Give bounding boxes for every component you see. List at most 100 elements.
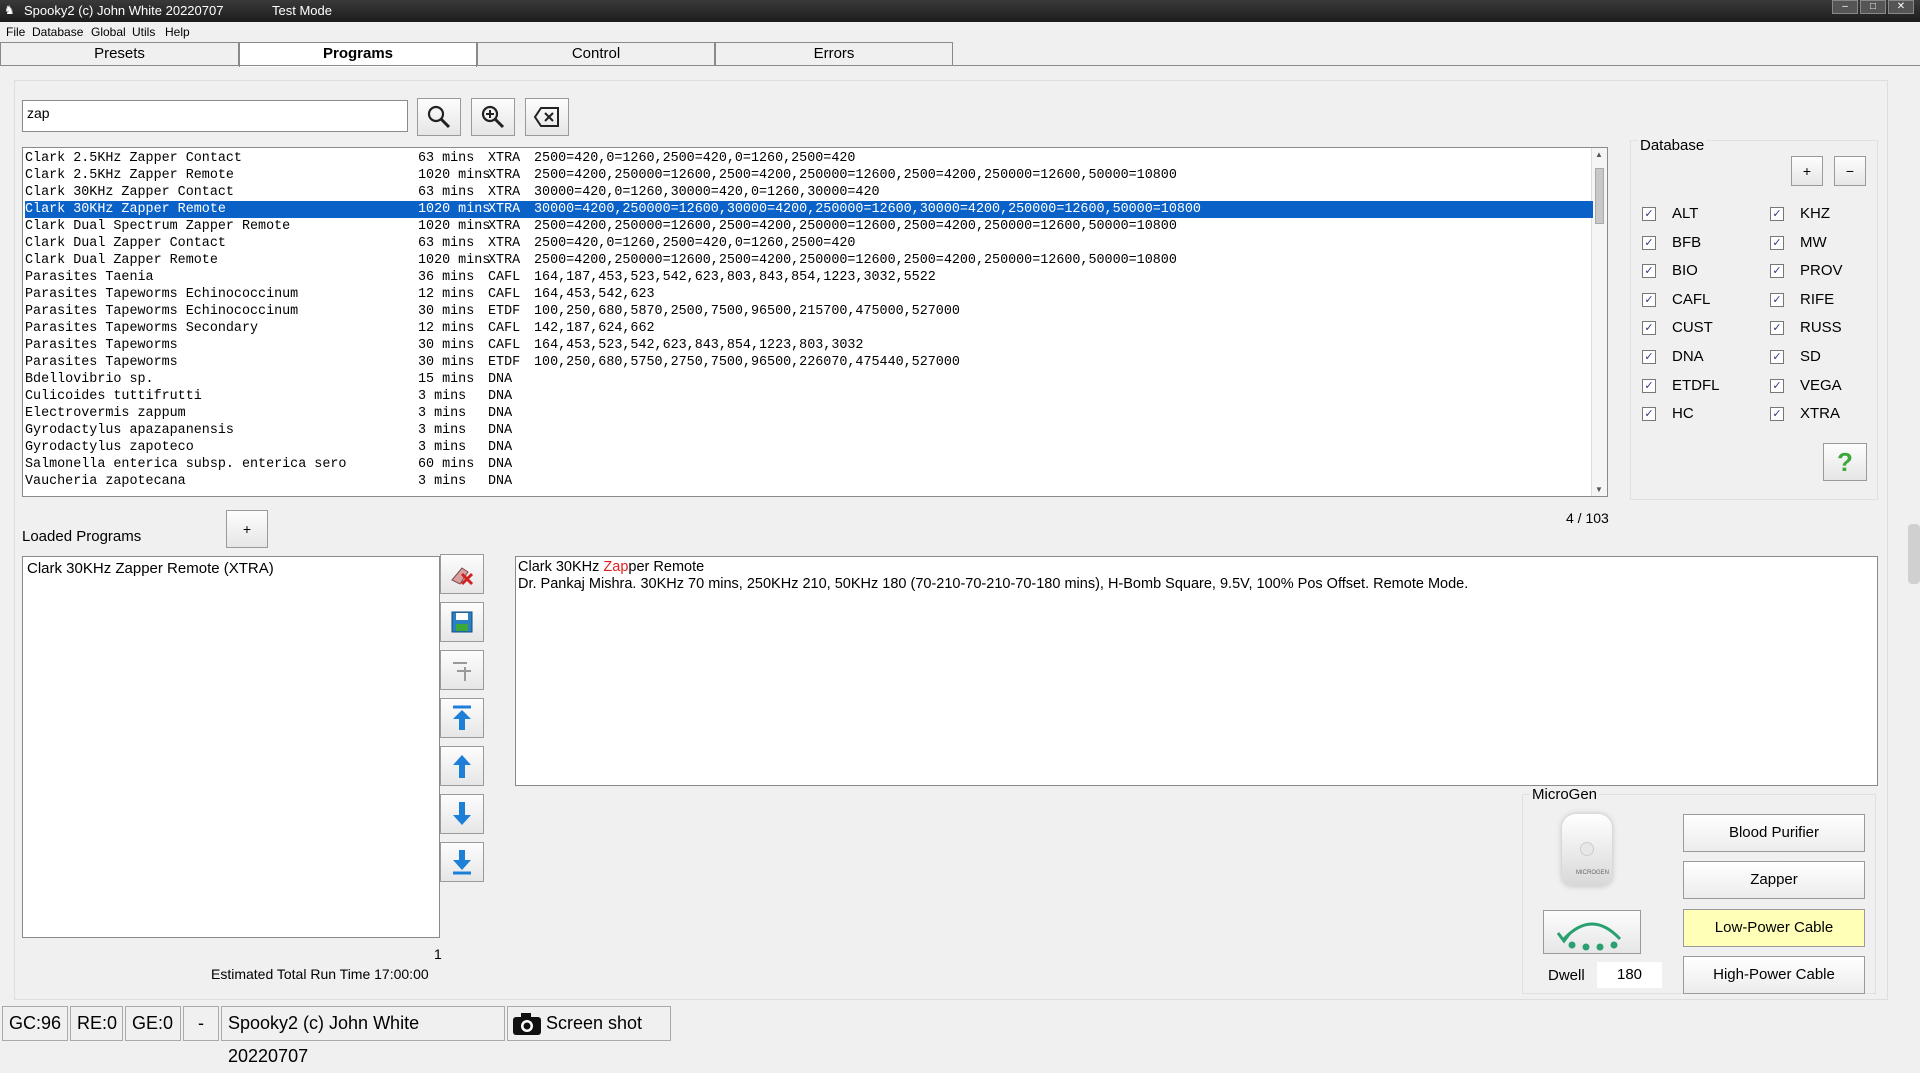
program-row[interactable]: Parasites Tapeworms Echinococcinum 30 min… xyxy=(25,303,1593,320)
minimize-button[interactable]: – xyxy=(1832,0,1858,14)
database-checkbox[interactable]: ✓ xyxy=(1642,292,1656,307)
program-row[interactable]: Parasites Tapeworms 30 mins ETDF 100,250,68… xyxy=(25,354,1593,371)
app-icon: ♞ xyxy=(4,3,15,17)
status-gc: GC:96 xyxy=(2,1006,68,1041)
blood-purifier-button[interactable]: Blood Purifier xyxy=(1683,814,1865,852)
program-row[interactable]: Clark 2.5KHz Zapper Remote 1020 mins XTRA 2… xyxy=(25,167,1593,184)
menu-utils[interactable]: Utils xyxy=(132,25,155,39)
low-power-cable-button[interactable]: Low-Power Cable xyxy=(1683,909,1865,947)
estimated-runtime: Estimated Total Run Time 17:00:00 xyxy=(211,966,429,982)
database-checkbox[interactable]: ✓ xyxy=(1770,321,1784,336)
program-row[interactable]: Clark Dual Spectrum Zapper Remote 1020 mi… xyxy=(25,218,1593,235)
program-row[interactable]: Gyrodactylus zapoteco 3 mins DNA xyxy=(25,439,1593,456)
database-checkbox[interactable]: ✓ xyxy=(1642,378,1656,393)
program-name: Vaucheria zapotecana xyxy=(25,474,186,489)
program-row[interactable]: Clark 2.5KHz Zapper Contact 63 mins XTRA 25… xyxy=(25,150,1593,167)
zapper-button[interactable]: Zapper xyxy=(1683,861,1865,899)
program-db: CAFL xyxy=(488,338,521,353)
program-time: 60 mins xyxy=(418,457,475,472)
menu-global[interactable]: Global xyxy=(91,25,126,39)
program-row[interactable]: Clark 30KHz Zapper Contact 63 mins XTRA 300… xyxy=(25,184,1593,201)
screenshot-button[interactable]: Screen shot xyxy=(507,1006,671,1041)
clear-search-button[interactable] xyxy=(525,98,569,136)
move-down-button[interactable] xyxy=(440,794,484,834)
program-row[interactable]: Vaucheria zapotecana 3 mins DNA xyxy=(25,473,1593,490)
program-row[interactable]: Clark Dual Zapper Contact 63 mins XTRA 2500… xyxy=(25,235,1593,252)
program-time: 3 mins xyxy=(418,474,467,489)
tab-errors[interactable]: Errors xyxy=(715,42,953,66)
database-checkbox[interactable]: ✓ xyxy=(1770,207,1784,221)
search-input[interactable]: zap xyxy=(22,100,408,132)
menu-database[interactable]: Database xyxy=(32,25,83,39)
program-row[interactable]: Parasites Tapeworms Echinococcinum 12 min… xyxy=(25,286,1593,303)
dwell-input[interactable]: 180 xyxy=(1597,962,1662,988)
list-item[interactable]: Clark 30KHz Zapper Remote (XTRA) xyxy=(27,560,435,577)
database-checkbox[interactable]: ✓ xyxy=(1770,378,1784,393)
save-icon xyxy=(451,611,473,633)
database-checkbox[interactable]: ✓ xyxy=(1770,407,1784,422)
high-power-cable-button[interactable]: High-Power Cable xyxy=(1683,956,1865,994)
program-db: CAFL xyxy=(488,270,521,285)
program-row[interactable]: Clark Dual Zapper Remote 1020 mins XTRA 250… xyxy=(25,252,1593,269)
program-freqs: 164,453,542,623 xyxy=(534,287,655,302)
database-label: ALT xyxy=(1672,205,1699,222)
loaded-programs-list[interactable]: Clark 30KHz Zapper Remote (XTRA) xyxy=(22,556,440,938)
program-row[interactable]: Culicoides tuttifrutti 3 mins DNA xyxy=(25,388,1593,405)
program-row[interactable]: Parasites Tapeworms 30 mins CAFL 164,453,52… xyxy=(25,337,1593,354)
tab-presets[interactable]: Presets xyxy=(0,42,239,66)
add-program-button[interactable]: + xyxy=(226,510,268,548)
move-bottom-button[interactable] xyxy=(440,842,484,882)
title-bar: ♞ Spooky2 (c) John White 20220707 Test M… xyxy=(0,0,1920,22)
program-db: XTRA xyxy=(488,202,521,217)
status-title: Spooky2 (c) John White 20220707 xyxy=(221,1006,505,1066)
menu-help[interactable]: Help xyxy=(165,25,190,39)
database-label: XTRA xyxy=(1800,405,1841,423)
edit-program-button[interactable] xyxy=(440,650,484,690)
program-row[interactable]: Parasites Tapeworms Secondary 12 mins CAFL… xyxy=(25,320,1593,337)
database-add-button[interactable]: + xyxy=(1791,156,1823,186)
database-checkbox[interactable]: ✓ xyxy=(1642,207,1656,221)
program-row[interactable]: Salmonella enterica subsp. enterica sero… xyxy=(25,456,1593,473)
database-checkbox[interactable]: ✓ xyxy=(1642,350,1656,364)
side-scroll-handle[interactable] xyxy=(1908,524,1920,584)
tab-programs[interactable]: Programs xyxy=(239,42,477,67)
program-name: Electrovermis zappum xyxy=(25,406,186,421)
deep-search-button[interactable] xyxy=(471,98,515,136)
database-remove-button[interactable]: − xyxy=(1834,156,1866,186)
database-checkbox[interactable]: ✓ xyxy=(1770,292,1784,307)
program-freqs: 142,187,624,662 xyxy=(534,321,655,336)
program-row[interactable]: Parasites Taenia 36 mins CAFL 164,187,453,5… xyxy=(25,269,1593,286)
cable-connection-button[interactable] xyxy=(1543,910,1641,954)
program-row[interactable]: Gyrodactylus apazapanensis 3 mins DNA xyxy=(25,422,1593,439)
program-freqs: 2500=420,0=1260,2500=420,0=1260,2500=420 xyxy=(534,236,856,251)
program-time: 3 mins xyxy=(418,423,467,438)
database-checkbox[interactable]: ✓ xyxy=(1770,235,1784,250)
program-db: XTRA xyxy=(488,219,521,234)
dwell-label: Dwell xyxy=(1548,967,1585,984)
database-checkbox[interactable]: ✓ xyxy=(1770,350,1784,364)
program-list[interactable]: ▲ ▼ Clark 2.5KHz Zapper Contact 63 mins XT… xyxy=(22,147,1608,497)
cable-icon xyxy=(1556,922,1622,951)
menu-file[interactable]: File xyxy=(6,25,25,39)
help-button[interactable]: ? xyxy=(1823,443,1867,481)
program-db: DNA xyxy=(488,474,513,489)
program-time: 1020 mins xyxy=(418,202,491,217)
save-program-button[interactable] xyxy=(440,602,484,642)
maximize-button[interactable]: □ xyxy=(1860,0,1886,14)
program-time: 30 mins xyxy=(418,338,475,353)
program-list-scrollbar[interactable]: ▲ ▼ xyxy=(1591,148,1607,496)
database-checkbox[interactable]: ✓ xyxy=(1642,407,1656,422)
program-row[interactable]: Electrovermis zappum 3 mins DNA xyxy=(25,405,1593,422)
database-checkbox[interactable]: ✓ xyxy=(1770,264,1784,279)
move-top-button[interactable] xyxy=(440,698,484,738)
program-row[interactable]: Clark 30KHz Zapper Remote 1020 mins XTRA 30… xyxy=(25,201,1593,218)
close-button[interactable]: ✕ xyxy=(1888,0,1914,14)
database-checkbox[interactable]: ✓ xyxy=(1642,264,1656,279)
program-row[interactable]: Bdellovibrio sp. 15 mins DNA xyxy=(25,371,1593,388)
database-checkbox[interactable]: ✓ xyxy=(1642,235,1656,250)
tab-control[interactable]: Control xyxy=(477,42,715,66)
move-up-button[interactable] xyxy=(440,746,484,786)
database-checkbox[interactable]: ✓ xyxy=(1642,321,1656,336)
search-button[interactable] xyxy=(417,98,461,136)
remove-program-button[interactable] xyxy=(440,554,484,594)
